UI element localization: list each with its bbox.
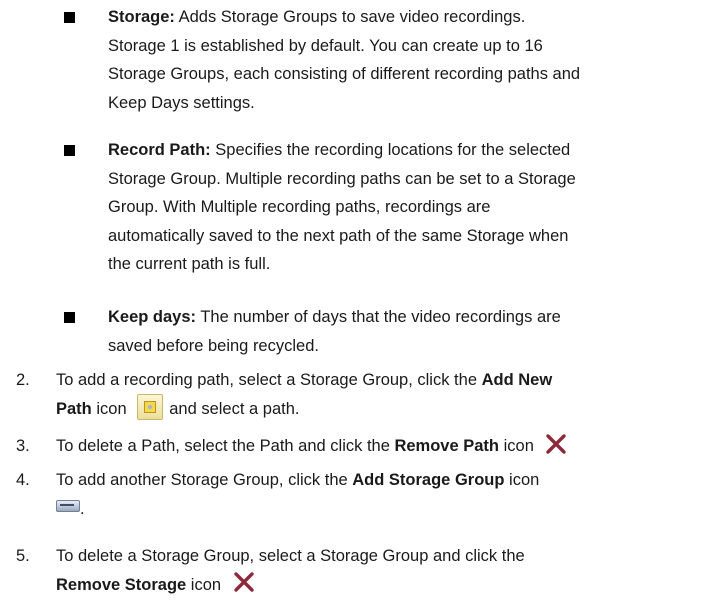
step-text: To delete a Path, select the Path and cl… xyxy=(56,432,716,461)
bullet-term: Storage: xyxy=(108,8,175,26)
step-number: 3. xyxy=(16,437,30,455)
bullet-square xyxy=(64,145,75,156)
bullet-text: Record Path: Specifies the recording loc… xyxy=(108,141,576,273)
step-number: 2. xyxy=(16,371,30,389)
step-text: To add another Storage Group, click the … xyxy=(56,471,540,518)
bullet-term: Record Path: xyxy=(108,141,211,159)
remove-icon xyxy=(546,433,567,454)
bullet-term: Keep days: xyxy=(108,308,197,326)
remove-icon xyxy=(233,572,254,592)
step-number: 4. xyxy=(16,471,30,489)
bullet-text: Keep days: The number of days that the v… xyxy=(108,308,561,355)
step-text: To delete a Storage Group, select a Stor… xyxy=(56,547,525,594)
bullet-square xyxy=(64,12,75,23)
step-text: To add a recording path, select a Storag… xyxy=(56,366,716,423)
step-number: 5. xyxy=(16,547,30,565)
add-path-icon xyxy=(137,394,164,421)
bullet-text: Storage: Adds Storage Groups to save vid… xyxy=(108,8,581,112)
add-storage-icon xyxy=(56,500,80,513)
bullet-square xyxy=(64,312,75,323)
